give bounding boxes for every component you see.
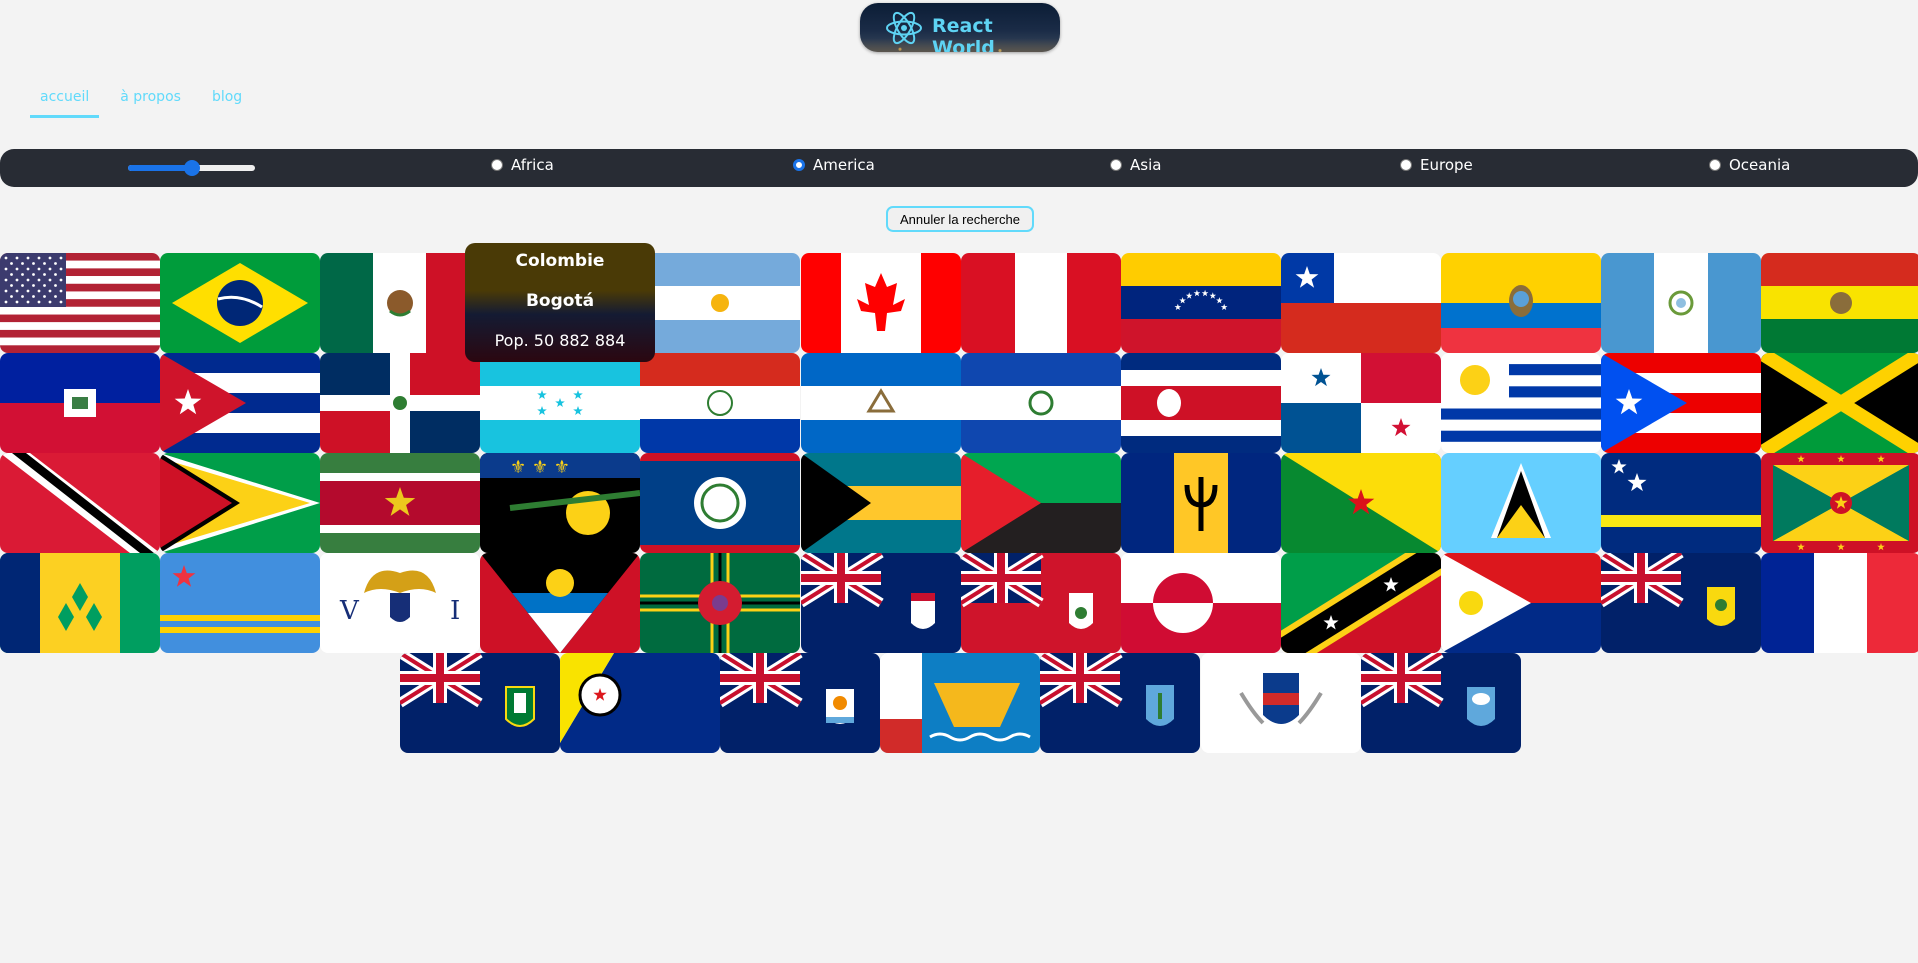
flag-barbados[interactable] — [1120, 453, 1281, 553]
flag-saint-vincent[interactable] — [0, 553, 160, 653]
flag-montserrat[interactable] — [1040, 653, 1201, 753]
flag-ecuador[interactable] — [1440, 253, 1601, 353]
flag-chile[interactable] — [1280, 253, 1441, 353]
flag-uruguay[interactable] — [1440, 353, 1601, 453]
flag-trinidad-and-tobago[interactable] — [0, 453, 160, 553]
radio-button[interactable] — [1709, 159, 1721, 171]
country-name: Colombie — [515, 251, 605, 271]
flag-saint-pierre-miquelon[interactable] — [880, 653, 1041, 753]
flag-saint-lucia[interactable] — [1440, 453, 1601, 553]
radio-button[interactable] — [1400, 159, 1412, 171]
radio-button[interactable] — [491, 159, 503, 171]
flag-panama[interactable] — [1280, 353, 1441, 453]
flag-antigua[interactable] — [480, 553, 641, 653]
flag-haiti[interactable] — [0, 353, 160, 453]
flag-turks-caicos[interactable] — [1601, 553, 1761, 653]
radio-button[interactable] — [1110, 159, 1122, 171]
flag-belize[interactable] — [640, 453, 801, 553]
react-atom-icon — [886, 11, 922, 45]
flag-cuba[interactable] — [160, 353, 321, 453]
flag-paraguay[interactable] — [640, 353, 801, 453]
svg-text:I: I — [450, 596, 460, 626]
flag-cayman-islands[interactable] — [800, 553, 961, 653]
svg-text:V: V — [339, 596, 360, 626]
nav-link-blog[interactable]: blog — [202, 89, 252, 118]
slider-fill — [128, 165, 192, 171]
flag-peru[interactable] — [960, 253, 1121, 353]
flag-nicaragua[interactable] — [800, 353, 961, 453]
flag-bermuda[interactable] — [960, 553, 1121, 653]
radio-oceania[interactable]: Oceania — [1709, 156, 1790, 174]
radio-america[interactable]: America — [793, 156, 875, 174]
react-world-logo[interactable]: React World — [860, 3, 1060, 52]
filter-bar — [0, 149, 1918, 187]
flag-guadeloupe[interactable]: ⚜ ⚜ ⚜ — [480, 453, 641, 553]
slider-thumb[interactable] — [183, 160, 200, 176]
flag-bahamas[interactable] — [800, 453, 961, 553]
flag-french-guiana[interactable] — [1280, 453, 1441, 553]
flag-us-virgin-islands[interactable]: VI — [320, 553, 481, 653]
country-population: Pop. 50 882 884 — [494, 331, 626, 350]
flag-argentina[interactable] — [640, 253, 801, 353]
cancel-search-button[interactable]: Annuler la recherche — [886, 206, 1034, 232]
radio-asia[interactable]: Asia — [1110, 156, 1161, 174]
flag-suriname[interactable] — [320, 453, 481, 553]
flag-saint-barthelemy[interactable] — [1200, 653, 1361, 753]
flag-mexico[interactable] — [320, 253, 481, 353]
radio-europe[interactable]: Europe — [1400, 156, 1473, 174]
radio-africa[interactable]: Africa — [491, 156, 554, 174]
flag-falkland-islands[interactable] — [1360, 653, 1521, 753]
flag-puerto-rico[interactable] — [1601, 353, 1761, 453]
flag-count-slider[interactable] — [128, 160, 255, 176]
nav-link-accueil[interactable]: accueil — [30, 89, 100, 118]
flag-dominica[interactable] — [640, 553, 801, 653]
flag-canada[interactable] — [800, 253, 961, 353]
flag-greenland[interactable] — [1120, 553, 1281, 653]
flag-brazil[interactable] — [160, 253, 321, 353]
flag-dominican-republic[interactable] — [320, 353, 481, 453]
logo-text: React World — [932, 15, 995, 52]
nav-link-a-propos[interactable]: à propos — [110, 89, 191, 118]
flag-grenada[interactable] — [1761, 453, 1918, 553]
flag-guatemala[interactable] — [1601, 253, 1761, 353]
svg-text:⚜ ⚜ ⚜: ⚜ ⚜ ⚜ — [510, 457, 570, 478]
flag-bolivia[interactable] — [1761, 253, 1918, 353]
flag-aruba[interactable] — [160, 553, 321, 653]
radio-button[interactable] — [793, 159, 805, 171]
flag-guyana[interactable] — [160, 453, 321, 553]
main-nav: accueil à propos blog — [30, 89, 252, 118]
country-capital: Bogotá — [525, 291, 595, 311]
flag-bonaire[interactable] — [560, 653, 721, 753]
flag-costa-rica[interactable] — [1120, 353, 1281, 453]
flag-el-salvador[interactable] — [960, 353, 1121, 453]
flag-jamaica[interactable] — [1761, 353, 1918, 453]
flag-saint-kitts[interactable] — [1280, 553, 1441, 653]
flag-honduras[interactable] — [480, 353, 641, 453]
flag-anguilla[interactable] — [720, 653, 881, 753]
country-info-card: Colombie Bogotá Pop. 50 882 884 — [465, 243, 655, 362]
flag-martinique[interactable] — [960, 453, 1121, 553]
flag-united-states[interactable] — [0, 253, 160, 353]
flag-sint-maarten[interactable] — [1440, 553, 1601, 653]
flag-venezuela[interactable] — [1120, 253, 1281, 353]
flag-saint-martin[interactable] — [1761, 553, 1918, 653]
flag-curacao[interactable] — [1601, 453, 1761, 553]
flag-british-virgin-islands[interactable] — [400, 653, 560, 753]
